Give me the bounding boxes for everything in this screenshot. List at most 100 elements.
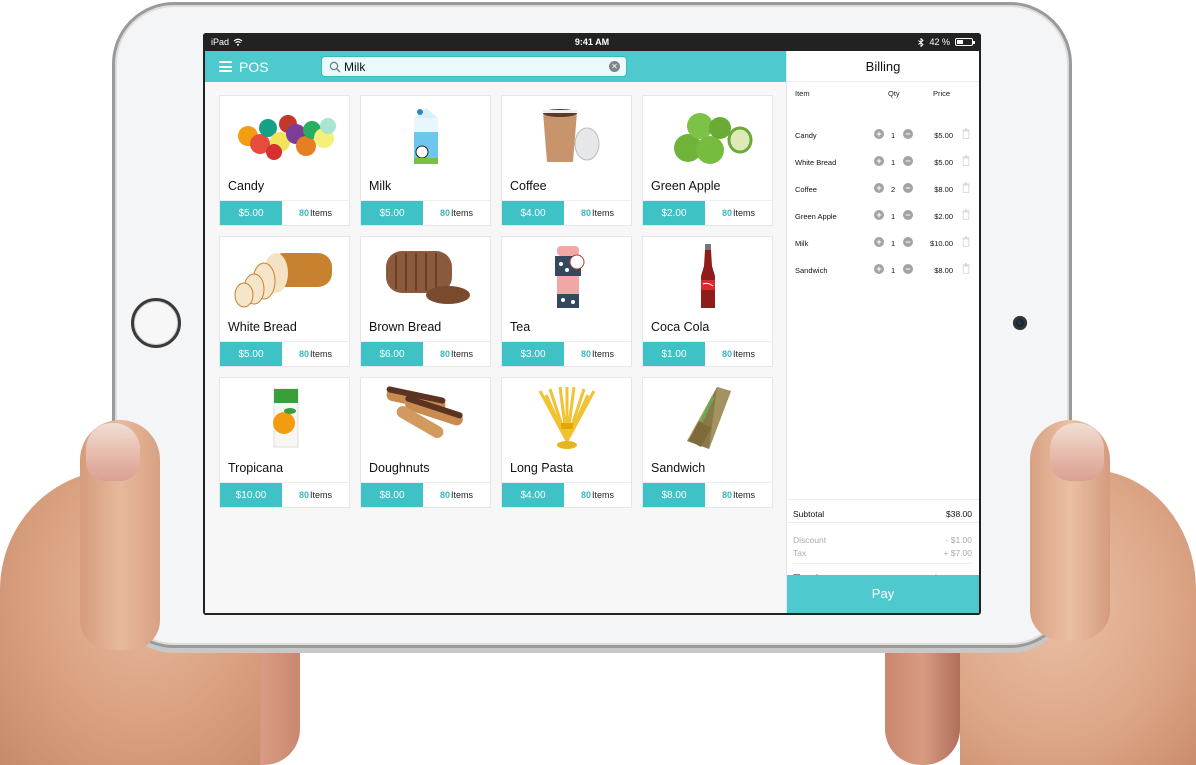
product-price[interactable]: $5.00 xyxy=(220,201,282,225)
product-stock: 80 Items xyxy=(705,483,772,507)
discount-value: - $1.00 xyxy=(945,535,972,545)
product-stock: 80 Items xyxy=(564,342,631,366)
stock-count: 80 xyxy=(721,349,732,359)
subtotal-label: Subtotal xyxy=(793,509,825,519)
decrease-qty-icon[interactable]: − xyxy=(903,237,913,247)
tax-label: Tax xyxy=(793,548,807,558)
tax-value: + $7.00 xyxy=(943,548,972,558)
product-price[interactable]: $8.00 xyxy=(643,483,705,507)
pos-header: POS ✕ xyxy=(205,51,786,82)
camera-icon xyxy=(1013,316,1027,330)
pay-button[interactable]: Pay xyxy=(787,575,979,613)
product-footer: $5.00 80 Items xyxy=(361,200,490,225)
product-footer: $5.00 80 Items xyxy=(220,200,349,225)
product-card[interactable]: Doughnuts $8.00 80 Items xyxy=(360,377,491,508)
stock-label: Items xyxy=(451,349,474,359)
product-card[interactable]: Coca Cola $1.00 80 Items xyxy=(642,236,773,367)
search-input[interactable] xyxy=(344,59,604,75)
increase-qty-icon[interactable]: + xyxy=(874,210,884,220)
decrease-qty-icon[interactable]: − xyxy=(903,129,913,139)
billing-item-name: Milk xyxy=(795,239,809,248)
decrease-qty-icon[interactable]: − xyxy=(903,156,913,166)
product-price[interactable]: $1.00 xyxy=(643,342,705,366)
trash-icon[interactable] xyxy=(962,263,970,274)
billing-row: Sandwich + 1 − $8.00 xyxy=(787,260,979,280)
billing-row: White Bread + 1 − $5.00 xyxy=(787,152,979,172)
stock-count: 80 xyxy=(298,349,309,359)
stock-label: Items xyxy=(592,490,615,500)
product-card[interactable]: Sandwich $8.00 80 Items xyxy=(642,377,773,508)
increase-qty-icon[interactable]: + xyxy=(874,237,884,247)
product-price[interactable]: $10.00 xyxy=(220,483,282,507)
stock-label: Items xyxy=(310,208,333,218)
trash-icon[interactable] xyxy=(962,128,970,139)
product-name: Tropicana xyxy=(228,461,284,475)
stock-count: 80 xyxy=(580,349,591,359)
hamburger-menu-icon[interactable] xyxy=(219,61,232,72)
product-card[interactable]: Long Pasta $4.00 80 Items xyxy=(501,377,632,508)
product-price[interactable]: $4.00 xyxy=(502,201,564,225)
clear-search-icon[interactable]: ✕ xyxy=(609,61,620,72)
decrease-qty-icon[interactable]: − xyxy=(903,210,913,220)
product-price[interactable]: $4.00 xyxy=(502,483,564,507)
divider xyxy=(787,499,979,500)
product-card[interactable]: Green Apple $2.00 80 Items xyxy=(642,95,773,226)
search-bar[interactable]: ✕ xyxy=(321,56,627,77)
product-name: Coca Cola xyxy=(651,320,710,334)
product-price[interactable]: $3.00 xyxy=(502,342,564,366)
subtotal-value: $38.00 xyxy=(946,509,972,519)
billing-row: Green Apple + 1 − $2.00 xyxy=(787,206,979,226)
billing-item-price: $8.00 xyxy=(934,266,953,275)
home-button[interactable] xyxy=(131,298,181,348)
billing-item-price: $2.00 xyxy=(934,212,953,221)
billing-item-qty: 1 xyxy=(891,158,896,167)
trash-icon[interactable] xyxy=(962,155,970,166)
coffee-cup-image xyxy=(502,96,631,176)
increase-qty-icon[interactable]: + xyxy=(874,183,884,193)
decrease-qty-icon[interactable]: − xyxy=(903,183,913,193)
column-price: Price xyxy=(933,89,951,98)
product-card[interactable]: Brown Bread $6.00 80 Items xyxy=(360,236,491,367)
product-price[interactable]: $2.00 xyxy=(643,201,705,225)
product-price[interactable]: $8.00 xyxy=(361,483,423,507)
billing-item-price: $5.00 xyxy=(934,131,953,140)
increase-qty-icon[interactable]: + xyxy=(874,156,884,166)
product-card[interactable]: Candy $5.00 80 Items xyxy=(219,95,350,226)
column-item: Item xyxy=(795,89,810,98)
product-footer: $5.00 80 Items xyxy=(220,341,349,366)
product-stock: 80 Items xyxy=(282,201,349,225)
product-card[interactable]: White Bread $5.00 80 Items xyxy=(219,236,350,367)
trash-icon[interactable] xyxy=(962,209,970,220)
product-card[interactable]: Milk $5.00 80 Items xyxy=(360,95,491,226)
product-price[interactable]: $5.00 xyxy=(361,201,423,225)
eclairs-image xyxy=(361,378,490,458)
increase-qty-icon[interactable]: + xyxy=(874,264,884,274)
discount-label: Discount xyxy=(793,535,827,545)
right-hand-finger xyxy=(885,640,960,765)
stock-count: 80 xyxy=(439,208,450,218)
product-stock: 80 Items xyxy=(564,201,631,225)
product-footer: $8.00 80 Items xyxy=(361,482,490,507)
stock-count: 80 xyxy=(439,349,450,359)
product-name: Tea xyxy=(510,320,531,334)
product-card[interactable]: Coffee $4.00 80 Items xyxy=(501,95,632,226)
product-stock: 80 Items xyxy=(282,342,349,366)
product-card[interactable]: Tea $3.00 80 Items xyxy=(501,236,632,367)
trash-icon[interactable] xyxy=(962,236,970,247)
product-name: Doughnuts xyxy=(369,461,430,475)
product-card[interactable]: Tropicana $10.00 80 Items xyxy=(219,377,350,508)
billing-item-qty: 1 xyxy=(891,239,896,248)
decrease-qty-icon[interactable]: − xyxy=(903,264,913,274)
search-icon xyxy=(329,61,341,73)
trash-icon[interactable] xyxy=(962,182,970,193)
billing-row: Candy + 1 − $5.00 xyxy=(787,125,979,145)
stock-label: Items xyxy=(310,349,333,359)
divider xyxy=(787,522,979,523)
product-price[interactable]: $5.00 xyxy=(220,342,282,366)
right-thumbnail xyxy=(1050,423,1104,481)
product-name: Brown Bread xyxy=(369,320,442,334)
product-price[interactable]: $6.00 xyxy=(361,342,423,366)
billing-item-name: Candy xyxy=(795,131,817,140)
increase-qty-icon[interactable]: + xyxy=(874,129,884,139)
subtotal-row: Subtotal $38.00 xyxy=(793,509,972,519)
